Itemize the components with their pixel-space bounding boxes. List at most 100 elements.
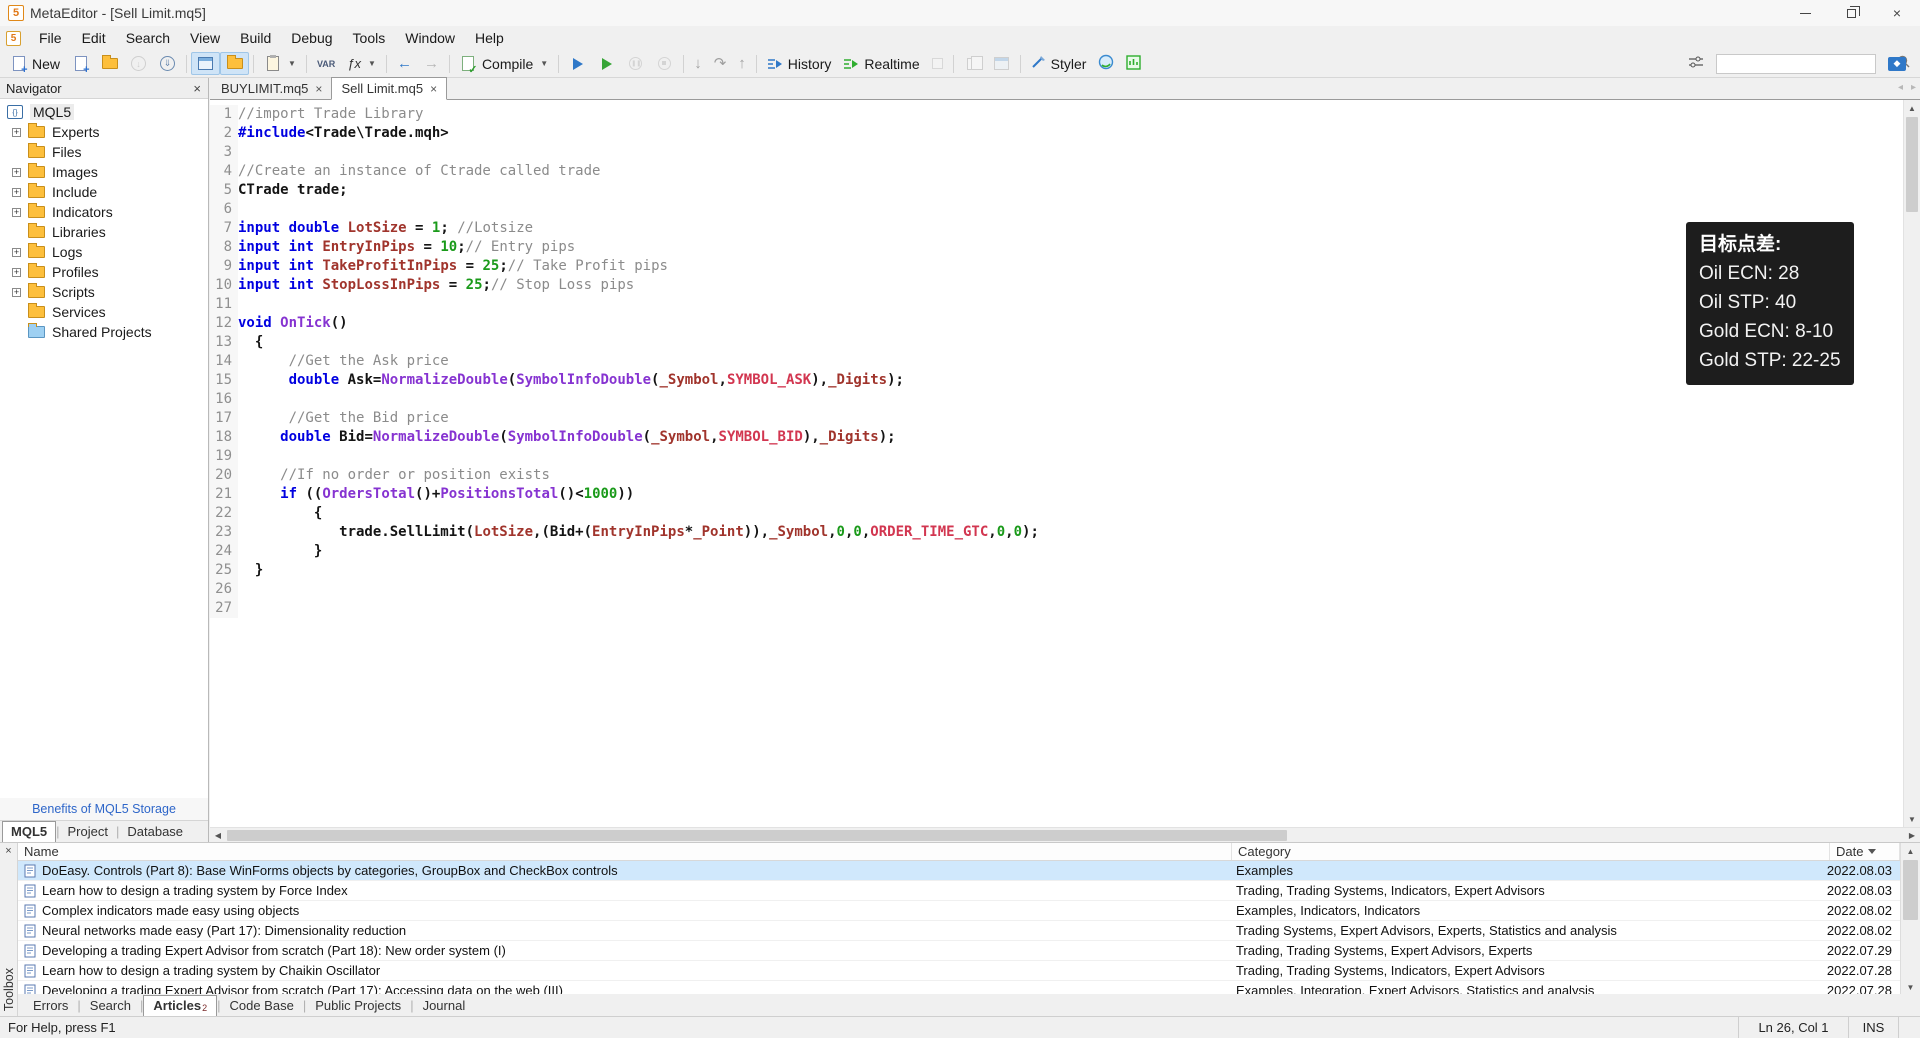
- tab-scroll-right-icon[interactable]: ▸: [1911, 82, 1916, 93]
- pause-button[interactable]: [621, 52, 650, 75]
- nav-item-indicators[interactable]: +Indicators: [0, 202, 208, 222]
- column-header-date[interactable]: Date: [1830, 843, 1900, 860]
- option-checkbox-button[interactable]: [926, 52, 949, 75]
- tab-close-icon[interactable]: ×: [315, 82, 322, 96]
- articles-scrollbar[interactable]: ▲ ▼: [1900, 843, 1920, 995]
- market-button[interactable]: [1120, 52, 1147, 75]
- expand-plus-icon[interactable]: +: [12, 208, 21, 217]
- toolbox-tab-code-base[interactable]: Code Base: [220, 996, 302, 1016]
- stop-button[interactable]: [650, 52, 679, 75]
- history-button[interactable]: History: [761, 52, 838, 75]
- mql5-community-button[interactable]: ◆: [1882, 52, 1912, 75]
- article-row[interactable]: Neural networks made easy (Part 17): Dim…: [18, 921, 1900, 941]
- articles-scroll-thumb[interactable]: [1903, 860, 1918, 920]
- compare-button[interactable]: [987, 52, 1016, 75]
- functions-button[interactable]: ƒx▼: [341, 52, 382, 75]
- menu-file[interactable]: File: [29, 27, 72, 49]
- code-editor[interactable]: 1//import Trade Library2#include<Trade\T…: [210, 100, 1903, 827]
- editor-horizontal-scrollbar[interactable]: ◀ ▶: [210, 827, 1920, 842]
- save-button[interactable]: ↓: [124, 52, 153, 75]
- styler-button[interactable]: Styler: [1025, 52, 1093, 75]
- minimize-button[interactable]: [1782, 0, 1828, 26]
- step-over-button[interactable]: ↷: [708, 52, 733, 75]
- run-button[interactable]: [592, 52, 621, 75]
- new-button[interactable]: + New: [4, 52, 66, 75]
- toolbox-tab-public-projects[interactable]: Public Projects: [306, 996, 410, 1016]
- horizontal-scroll-thumb[interactable]: [227, 830, 1287, 841]
- compile-button[interactable]: ✓ Compile ▼: [454, 52, 554, 75]
- menu-edit[interactable]: Edit: [72, 27, 116, 49]
- nav-item-services[interactable]: Services: [0, 302, 208, 322]
- scroll-down-icon[interactable]: ▼: [1904, 811, 1920, 827]
- navigator-tab-project[interactable]: Project: [60, 822, 116, 842]
- nav-item-libraries[interactable]: Libraries: [0, 222, 208, 242]
- editor-vertical-scrollbar[interactable]: ▲ ▼: [1903, 100, 1920, 827]
- toolbox-close-button[interactable]: ×: [5, 845, 11, 857]
- mql5-storage-link[interactable]: Benefits of MQL5 Storage: [32, 802, 176, 816]
- menu-help[interactable]: Help: [465, 27, 514, 49]
- new-file-button[interactable]: +: [66, 52, 95, 75]
- menu-search[interactable]: Search: [116, 27, 180, 49]
- navigator-tab-database[interactable]: Database: [119, 822, 191, 842]
- navigator-close-button[interactable]: ×: [190, 81, 204, 96]
- toggle-toolbox-button[interactable]: [220, 52, 249, 75]
- tab-close-icon[interactable]: ×: [430, 82, 437, 96]
- menu-build[interactable]: Build: [230, 27, 281, 49]
- article-row[interactable]: DoEasy. Controls (Part 8): Base WinForms…: [18, 861, 1900, 881]
- scroll-up-icon[interactable]: ▲: [1904, 100, 1920, 116]
- settings-button[interactable]: [1682, 52, 1710, 75]
- editor-tab-sell-limit-mq5[interactable]: Sell Limit.mq5×: [331, 77, 447, 100]
- navigator-tab-mql5[interactable]: MQL5: [2, 821, 56, 842]
- navigate-forward-button[interactable]: →: [418, 52, 445, 75]
- menu-view[interactable]: View: [180, 27, 230, 49]
- articles-scroll-up-icon[interactable]: ▲: [1901, 843, 1920, 859]
- nav-root-mql5[interactable]: {}MQL5: [0, 102, 208, 122]
- nav-item-images[interactable]: +Images: [0, 162, 208, 182]
- expand-plus-icon[interactable]: +: [12, 188, 21, 197]
- menu-tools[interactable]: Tools: [343, 27, 396, 49]
- menu-debug[interactable]: Debug: [281, 27, 342, 49]
- restore-button[interactable]: [1828, 0, 1874, 26]
- article-row[interactable]: Learn how to design a trading system by …: [18, 881, 1900, 901]
- toolbox-tab-errors[interactable]: Errors: [24, 996, 77, 1016]
- articles-scroll-down-icon[interactable]: ▼: [1901, 979, 1920, 995]
- article-row[interactable]: Developing a trading Expert Advisor from…: [18, 941, 1900, 961]
- close-button[interactable]: ×: [1874, 0, 1920, 26]
- toolbox-tab-search[interactable]: Search: [81, 996, 140, 1016]
- start-debug-button[interactable]: [563, 52, 592, 75]
- nav-item-profiles[interactable]: +Profiles: [0, 262, 208, 282]
- article-row[interactable]: Complex indicators made easy using objec…: [18, 901, 1900, 921]
- vertical-scroll-thumb[interactable]: [1906, 117, 1918, 212]
- toolbox-tab-articles[interactable]: Articles2: [143, 995, 217, 1016]
- toggle-navigator-button[interactable]: [191, 52, 220, 75]
- paste-button[interactable]: ▼: [258, 52, 302, 75]
- article-row[interactable]: Learn how to design a trading system by …: [18, 961, 1900, 981]
- nav-item-shared-projects[interactable]: Shared Projects: [0, 322, 208, 342]
- nav-item-files[interactable]: Files: [0, 142, 208, 162]
- article-row[interactable]: Developing a trading Expert Advisor from…: [18, 981, 1900, 995]
- search-input[interactable]: [1721, 56, 1897, 71]
- community-button[interactable]: [1092, 52, 1120, 75]
- step-out-button[interactable]: ↑: [732, 52, 752, 75]
- realtime-button[interactable]: Realtime: [837, 52, 925, 75]
- tab-scroll-left-icon[interactable]: ◂: [1898, 82, 1903, 93]
- toolbar-search-box[interactable]: [1716, 54, 1876, 74]
- toolbox-tab-journal[interactable]: Journal: [414, 996, 475, 1016]
- menu-window[interactable]: Window: [395, 27, 465, 49]
- column-header-name[interactable]: Name: [18, 843, 1232, 860]
- copy-button[interactable]: [958, 52, 987, 75]
- variables-button[interactable]: VAR: [311, 52, 341, 75]
- expand-plus-icon[interactable]: +: [12, 288, 21, 297]
- expand-plus-icon[interactable]: +: [12, 168, 21, 177]
- nav-item-logs[interactable]: +Logs: [0, 242, 208, 262]
- save-all-button[interactable]: ⇓: [153, 52, 182, 75]
- column-header-category[interactable]: Category: [1232, 843, 1830, 860]
- expand-plus-icon[interactable]: +: [12, 268, 21, 277]
- open-button[interactable]: [95, 52, 124, 75]
- editor-tab-buylimit-mq5[interactable]: BUYLIMIT.mq5×: [212, 78, 331, 99]
- nav-item-experts[interactable]: +Experts: [0, 122, 208, 142]
- step-into-button[interactable]: ↓: [688, 52, 708, 75]
- nav-item-include[interactable]: +Include: [0, 182, 208, 202]
- navigate-back-button[interactable]: ←: [391, 52, 418, 75]
- scroll-right-icon[interactable]: ▶: [1904, 828, 1920, 842]
